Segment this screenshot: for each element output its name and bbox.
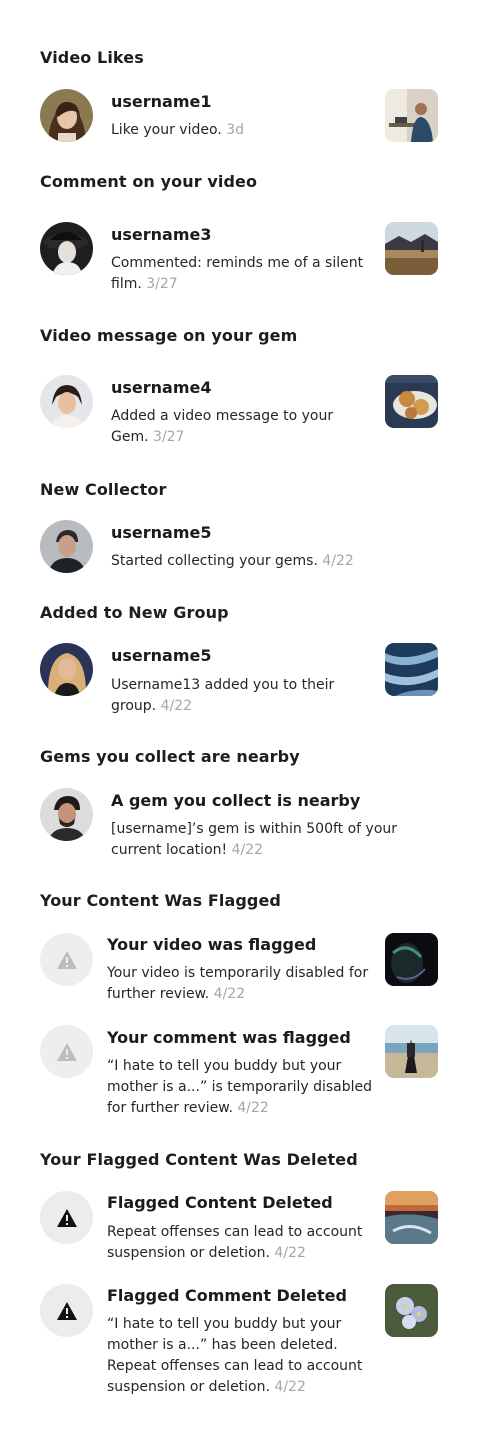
notification-timestamp: 3/27 [146,276,178,292]
notification-title[interactable]: Flagged Content Deleted [107,1193,333,1212]
notification-message: Started collecting your gems. 4/22 [111,551,373,572]
notification-username[interactable]: username5 [111,646,212,665]
notification-title[interactable]: Your comment was flagged [107,1028,351,1047]
avatar[interactable] [40,643,93,696]
notification-title[interactable]: Your video was flagged [107,935,316,954]
notification-message: “I hate to tell you buddy but your mothe… [107,1056,375,1119]
avatar[interactable] [40,788,93,841]
notification-text: “I hate to tell you buddy but your mothe… [107,1316,363,1395]
section-title-video-likes: Video Likes [40,48,144,67]
video-thumbnail[interactable] [385,1284,438,1337]
section-title-deleted: Your Flagged Content Was Deleted [40,1150,358,1169]
section-title-new-group: Added to New Group [40,603,229,622]
section-title-nearby: Gems you collect are nearby [40,747,300,766]
notification-message: [username]’s gem is within 500ft of your… [111,819,411,861]
notification-text: Repeat offenses can lead to account susp… [107,1224,363,1261]
avatar[interactable] [40,375,93,428]
notification-username[interactable]: username4 [111,378,212,397]
notification-username[interactable]: username1 [111,92,212,111]
notification-username[interactable]: username3 [111,225,212,244]
notification-message: Commented: reminds me of a silent film. … [111,253,373,295]
section-title-flagged: Your Content Was Flagged [40,891,281,910]
notification-timestamp: 4/22 [322,553,354,569]
avatar[interactable] [40,520,93,573]
section-title-video-message: Video message on your gem [40,326,298,345]
avatar[interactable] [40,89,93,142]
video-thumbnail[interactable] [385,1191,438,1244]
video-thumbnail[interactable] [385,375,438,428]
warning-triangle-icon [40,1191,93,1244]
avatar[interactable] [40,222,93,275]
comment-thumbnail[interactable] [385,1025,438,1078]
notification-message: Added a video message to your Gem. 3/27 [111,406,373,448]
video-thumbnail[interactable] [385,222,438,275]
notification-message: Your video is temporarily disabled for f… [107,963,375,1005]
notification-timestamp: 4/22 [274,1379,306,1395]
notification-timestamp: 4/22 [213,986,246,1002]
notification-message: Username13 added you to their group. 4/2… [111,675,373,717]
notification-text: Started collecting your gems. [111,553,318,569]
notification-message: Like your video. 3d [111,120,373,141]
notification-text: Username13 added you to their group. [111,677,335,714]
notification-timestamp: 4/22 [237,1100,269,1116]
notification-timestamp: 3/27 [153,429,185,445]
notification-title[interactable]: Flagged Comment Deleted [107,1286,347,1305]
warning-triangle-icon [40,1284,93,1337]
notification-timestamp: 4/22 [160,698,193,714]
notification-message: Repeat offenses can lead to account susp… [107,1222,375,1264]
notification-username[interactable]: username5 [111,523,212,542]
section-title-new-collector: New Collector [40,480,167,499]
notification-title[interactable]: A gem you collect is nearby [111,791,360,810]
notification-text: Added a video message to your Gem. [111,408,334,445]
video-thumbnail[interactable] [385,89,438,142]
notification-timestamp: 3d [226,122,244,138]
notification-text: Like your video. [111,122,222,138]
warning-triangle-icon [40,1025,93,1078]
notification-timestamp: 4/22 [274,1245,306,1261]
video-thumbnail[interactable] [385,933,438,986]
section-title-comment: Comment on your video [40,172,258,191]
notification-message: “I hate to tell you buddy but your mothe… [107,1314,375,1398]
notification-timestamp: 4/22 [231,842,264,858]
video-thumbnail[interactable] [385,643,438,696]
warning-triangle-icon [40,933,93,986]
